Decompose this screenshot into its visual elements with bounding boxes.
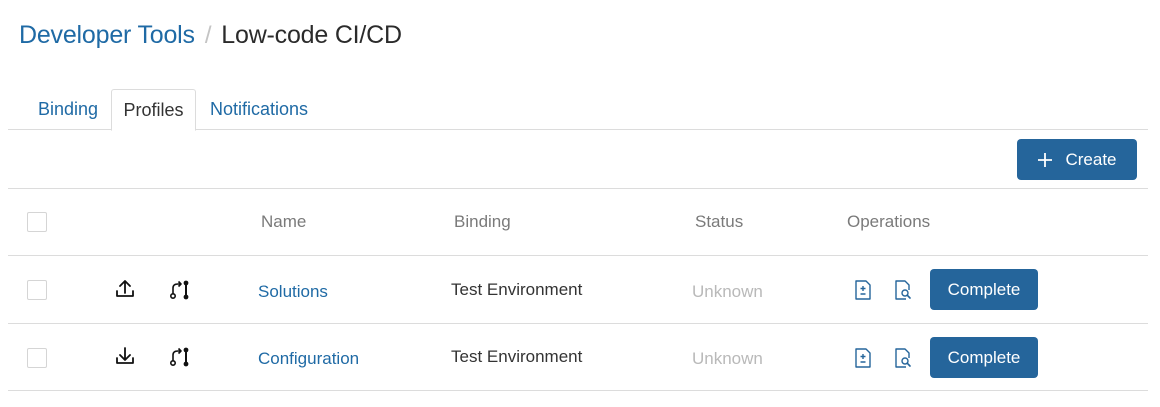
tab-notifications[interactable]: Notifications (200, 89, 318, 130)
column-header-binding[interactable]: Binding (454, 212, 511, 232)
breadcrumb: Developer Tools / Low-code CI/CD (19, 19, 402, 52)
binding-value: Test Environment (451, 280, 583, 299)
profile-name-link[interactable]: Solutions (258, 282, 328, 302)
file-diff-icon[interactable] (852, 279, 874, 301)
toolbar-divider (8, 188, 1148, 189)
column-header-name[interactable]: Name (261, 212, 306, 232)
upload-icon[interactable] (114, 278, 136, 300)
file-search-icon[interactable] (892, 279, 914, 301)
pull-request-icon[interactable] (168, 278, 192, 302)
tab-binding[interactable]: Binding (22, 89, 114, 130)
create-button-label: Create (1065, 149, 1117, 169)
file-search-icon[interactable] (892, 347, 914, 369)
profile-name-link[interactable]: Configuration (258, 349, 359, 369)
download-icon[interactable] (114, 345, 136, 367)
tab-profiles[interactable]: Profiles (111, 89, 196, 131)
row-divider (8, 390, 1148, 391)
column-header-operations: Operations (847, 212, 931, 231)
complete-button[interactable]: Complete (930, 269, 1038, 310)
row-checkbox[interactable] (27, 280, 47, 300)
binding-value: Test Environment (451, 347, 583, 366)
column-header-status[interactable]: Status (695, 212, 743, 232)
header-divider (8, 255, 1148, 256)
file-diff-icon[interactable] (852, 347, 874, 369)
tab-bar: Binding Profiles Notifications (8, 89, 1148, 131)
select-all-checkbox[interactable] (27, 212, 47, 232)
complete-button[interactable]: Complete (930, 337, 1038, 378)
breadcrumb-separator: / (204, 22, 212, 49)
status-value: Unknown (692, 349, 763, 368)
status-value: Unknown (692, 282, 763, 301)
breadcrumb-developer-tools-link[interactable]: Developer Tools (19, 19, 195, 51)
row-divider (8, 323, 1148, 324)
plus-icon (1038, 152, 1053, 167)
create-button[interactable]: Create (1017, 139, 1137, 180)
pull-request-icon[interactable] (168, 345, 192, 369)
page-title: Low-code CI/CD (221, 21, 402, 49)
row-checkbox[interactable] (27, 348, 47, 368)
